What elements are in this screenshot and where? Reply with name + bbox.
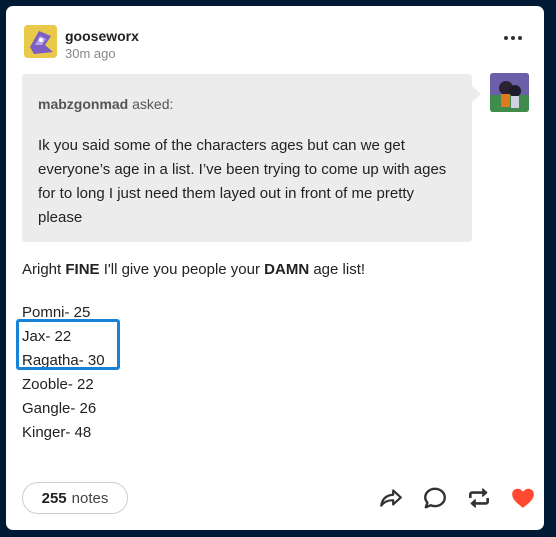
reply-icon[interactable] (422, 485, 448, 511)
blog-avatar[interactable] (24, 25, 57, 58)
highlight-annotation-box (16, 319, 120, 370)
ask-bubble: mabzgonmad asked: Ik you said some of th… (22, 74, 481, 242)
ellipsis-icon[interactable] (504, 36, 522, 40)
post-timestamp[interactable]: 30m ago (65, 46, 116, 61)
post-card: gooseworx 30m ago mabzgonmad asked: Ik y… (6, 6, 544, 530)
reblog-icon[interactable] (466, 485, 492, 511)
notes-count: 255 (41, 489, 67, 507)
like-heart-icon[interactable] (510, 485, 536, 511)
post-actions (378, 485, 536, 511)
share-icon[interactable] (378, 485, 404, 511)
asker-avatar[interactable] (490, 73, 529, 112)
list-item: Gangle- 26 (22, 400, 97, 417)
ask-header: mabzgonmad asked: (38, 96, 173, 112)
ask-question: Ik you said some of the characters ages … (38, 137, 447, 226)
notes-button[interactable]: 255 notes (22, 482, 128, 514)
list-item: Kinger- 48 (22, 424, 92, 441)
asker-name[interactable]: mabzgonmad (38, 96, 128, 112)
blog-name[interactable]: gooseworx (65, 28, 139, 44)
notes-label: notes (71, 489, 109, 507)
asked-label: asked: (132, 96, 174, 112)
list-item: Zooble- 22 (22, 376, 94, 393)
answer-intro: Aright FINE I'll give you people your DA… (22, 261, 366, 278)
